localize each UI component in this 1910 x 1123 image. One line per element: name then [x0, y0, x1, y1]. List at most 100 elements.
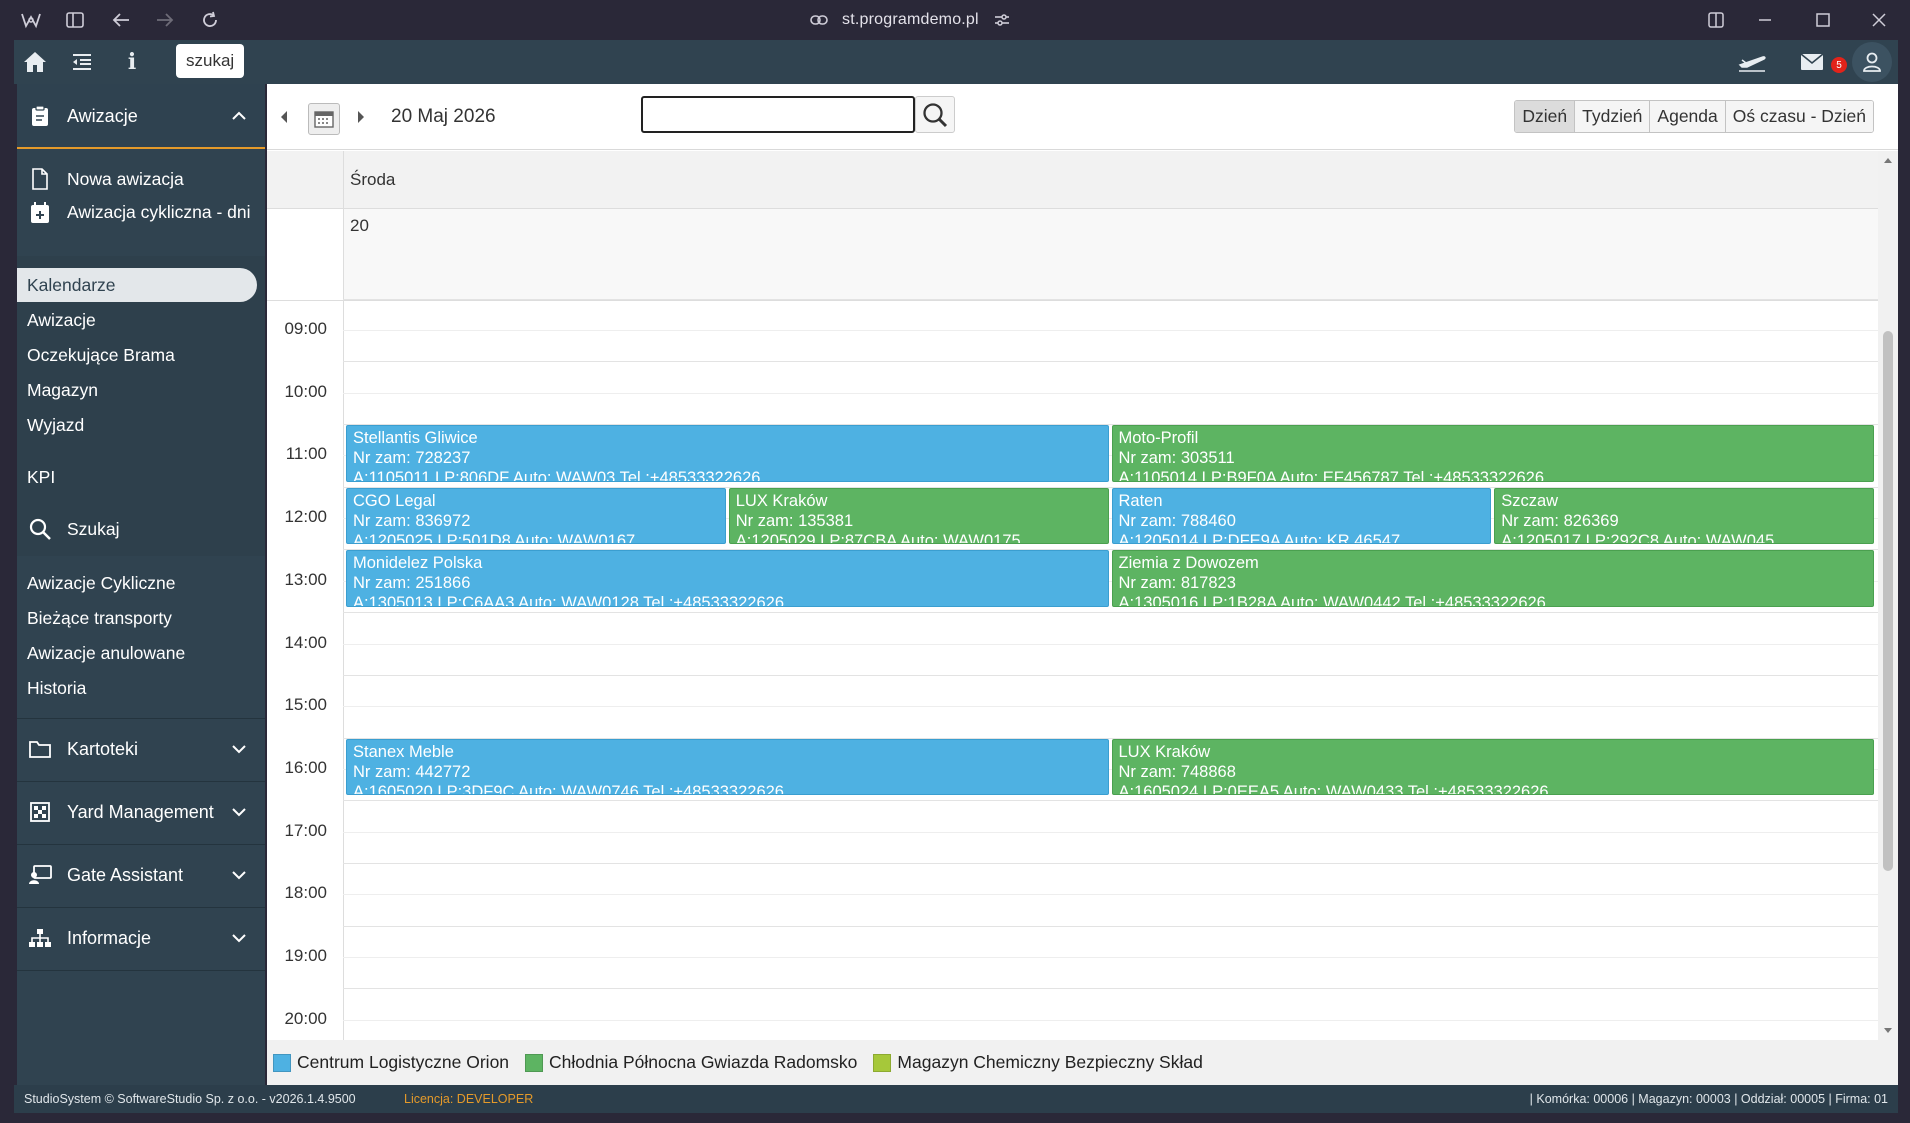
- scrollbar-thumb[interactable]: [1883, 331, 1893, 871]
- sidebar-item-kpi[interactable]: KPI: [27, 467, 55, 488]
- reload-icon[interactable]: [197, 8, 223, 32]
- calendar-scrollbar[interactable]: [1878, 151, 1898, 1040]
- calendar-event[interactable]: Ziemia z Dowozem Nr zam: 817823 A:1305016 …: [1111, 550, 1874, 608]
- chevron-down-icon[interactable]: [231, 867, 247, 883]
- section-yard-management[interactable]: Yard Management: [17, 781, 265, 843]
- maximize-icon[interactable]: [1810, 8, 1836, 32]
- calendar-event[interactable]: Moto-Profil Nr zam: 303511 A:1105014 LP:B9…: [1111, 425, 1874, 482]
- menu-collapse-icon[interactable]: [67, 47, 97, 77]
- document-icon: [27, 166, 53, 192]
- user-avatar-icon[interactable]: [1852, 42, 1892, 82]
- calendar-picker-button[interactable]: [308, 103, 340, 135]
- event-order: Nr zam: 826369: [1501, 511, 1619, 530]
- divider: [17, 970, 265, 971]
- current-date: 20 Maj 2026: [391, 106, 496, 127]
- calendar-event[interactable]: Monidelez Polska Nr zam: 251866 A:1305013 …: [346, 550, 1109, 608]
- event-title: LUX Kraków: [1118, 742, 1211, 761]
- sidebar-search-link[interactable]: Szukaj: [17, 514, 265, 544]
- half-hour-line: [343, 831, 1878, 833]
- next-arrow-icon[interactable]: [356, 110, 366, 129]
- event-order: Nr zam: 817823: [1118, 574, 1236, 593]
- sidebar-item-oczekujace-brama[interactable]: Oczekujące Brama: [27, 345, 175, 366]
- scroll-down-arrow-icon[interactable]: [1883, 1027, 1893, 1035]
- allday-row[interactable]: 20: [343, 209, 1878, 301]
- calendar-event[interactable]: LUX Kraków Nr zam: 748868 A:1605024 LP:0EE…: [1111, 738, 1874, 796]
- hour-line: [343, 612, 1878, 614]
- calendar-search-button[interactable]: [915, 96, 955, 133]
- event-details: A:1205029 LP:87CBA Auto: WAW0175: [735, 531, 1021, 545]
- chevron-up-icon[interactable]: [231, 108, 247, 124]
- section-kartoteki[interactable]: Kartoteki: [17, 718, 265, 780]
- event-title: Raten: [1118, 491, 1163, 510]
- legend-item: Chłodnia Północna Gwiazda Radomsko: [525, 1052, 857, 1073]
- sidebar-item-awizacje-anulowane[interactable]: Awizacje anulowane: [27, 643, 185, 664]
- address-bar[interactable]: st.programdemo.pl: [810, 9, 1011, 31]
- time-gutter-header: [267, 151, 343, 209]
- sidebar-search-label: Szukaj: [67, 518, 120, 539]
- search-button[interactable]: szukaj: [176, 44, 245, 78]
- view-agenda-button[interactable]: Agenda: [1649, 101, 1725, 132]
- forward-icon[interactable]: [152, 8, 178, 32]
- chevron-down-icon[interactable]: [231, 930, 247, 946]
- sidebar-item-awizacje[interactable]: Awizacje: [27, 310, 96, 331]
- close-window-icon[interactable]: [1866, 8, 1892, 32]
- view-week-button[interactable]: Tydzień: [1574, 101, 1650, 132]
- app-toolbar: i szukaj 5: [14, 40, 1898, 84]
- event-title: Szczaw: [1501, 491, 1559, 510]
- back-icon[interactable]: [108, 8, 134, 32]
- clipboard-icon: [27, 103, 53, 129]
- calendar-event[interactable]: Stanex Meble Nr zam: 442772 A:1605020 LP:3…: [346, 738, 1109, 796]
- section-informacje-label: Informacje: [67, 927, 152, 948]
- event-order: Nr zam: 748868: [1118, 762, 1236, 781]
- calendar-search-input[interactable]: [641, 96, 915, 133]
- calendar-event[interactable]: Raten Nr zam: 788460 A:1205014 LP:DFE9A Au…: [1111, 487, 1492, 545]
- section-informacje[interactable]: Informacje: [17, 907, 265, 969]
- event-title: Monidelez Polska: [353, 554, 483, 573]
- sidebar-toggle-icon[interactable]: [62, 8, 88, 32]
- sidebar-item-awizacje-cykliczne[interactable]: Awizacje Cykliczne: [27, 573, 175, 594]
- calendar-event[interactable]: LUX Kraków Nr zam: 135381 A:1205029 LP:87C…: [728, 487, 1109, 545]
- prev-arrow-icon[interactable]: [279, 110, 289, 129]
- half-hour-line: [343, 330, 1878, 331]
- section-gate-assistant-label: Gate Assistant: [67, 864, 184, 885]
- new-avizacja-link[interactable]: Nowa awizacja: [17, 164, 265, 194]
- browser-titlebar: st.programdemo.pl: [0, 0, 1910, 40]
- departure-icon[interactable]: [1737, 47, 1767, 77]
- calendar-event[interactable]: CGO Legal Nr zam: 836972 A:1205025 LP:501D…: [346, 487, 726, 545]
- sidebar-item-biezace-transporty[interactable]: Bieżące transporty: [27, 608, 172, 629]
- site-settings-icon[interactable]: [993, 12, 1011, 28]
- mail-icon[interactable]: [1797, 47, 1827, 77]
- time-label: 17:00: [284, 820, 327, 840]
- info-icon[interactable]: i: [117, 47, 147, 77]
- chevron-down-icon[interactable]: [231, 804, 247, 820]
- section-gate-assistant[interactable]: Gate Assistant: [17, 844, 265, 906]
- scroll-up-arrow-icon[interactable]: [1883, 156, 1893, 164]
- time-label: 13:00: [284, 569, 327, 589]
- mail-count-badge: 5: [1831, 57, 1847, 73]
- browser-logo-icon[interactable]: [18, 8, 44, 32]
- chevron-down-icon[interactable]: [231, 741, 247, 757]
- calendar-event[interactable]: Szczaw Nr zam: 826369 A:1205017 LP:292C8 A…: [1494, 487, 1874, 545]
- event-order: Nr zam: 836972: [353, 511, 471, 530]
- home-icon[interactable]: [20, 47, 50, 77]
- sidebar-item-wyjazd[interactable]: Wyjazd: [27, 415, 84, 436]
- minimize-icon[interactable]: [1752, 8, 1778, 32]
- legend-item: Centrum Logistyczne Orion: [273, 1052, 509, 1073]
- view-day-button[interactable]: Dzień: [1515, 101, 1575, 132]
- license-text: Licencja: DEVELOPER: [404, 1092, 534, 1106]
- view-timeline-day-button[interactable]: Oś czasu - Dzień: [1724, 101, 1873, 132]
- section-kartoteki-label: Kartoteki: [67, 738, 139, 759]
- legend-swatch: [525, 1053, 544, 1072]
- sidebar-item-kalendarze[interactable]: Kalendarze: [27, 275, 116, 296]
- time-grid[interactable]: 09:00 10:00 11:00 12:00 13:00 14:00 15:00 16:00…: [267, 298, 1878, 1040]
- link-icon: [810, 15, 828, 25]
- calendar-event[interactable]: Stellantis Gliwice Nr zam: 728237 A:110501…: [346, 425, 1109, 482]
- split-view-icon[interactable]: [1703, 8, 1729, 32]
- time-label: 12:00: [284, 507, 327, 527]
- section-awizacje[interactable]: Awizacje: [17, 84, 265, 148]
- sidebar-item-magazyn[interactable]: Magazyn: [27, 380, 98, 401]
- hour-line: [343, 674, 1878, 676]
- sidebar-item-historia[interactable]: Historia: [27, 678, 86, 699]
- cyclic-avizacja-link[interactable]: Awizacja cykliczna - dni: [17, 200, 265, 248]
- event-order: Nr zam: 303511: [1118, 449, 1235, 468]
